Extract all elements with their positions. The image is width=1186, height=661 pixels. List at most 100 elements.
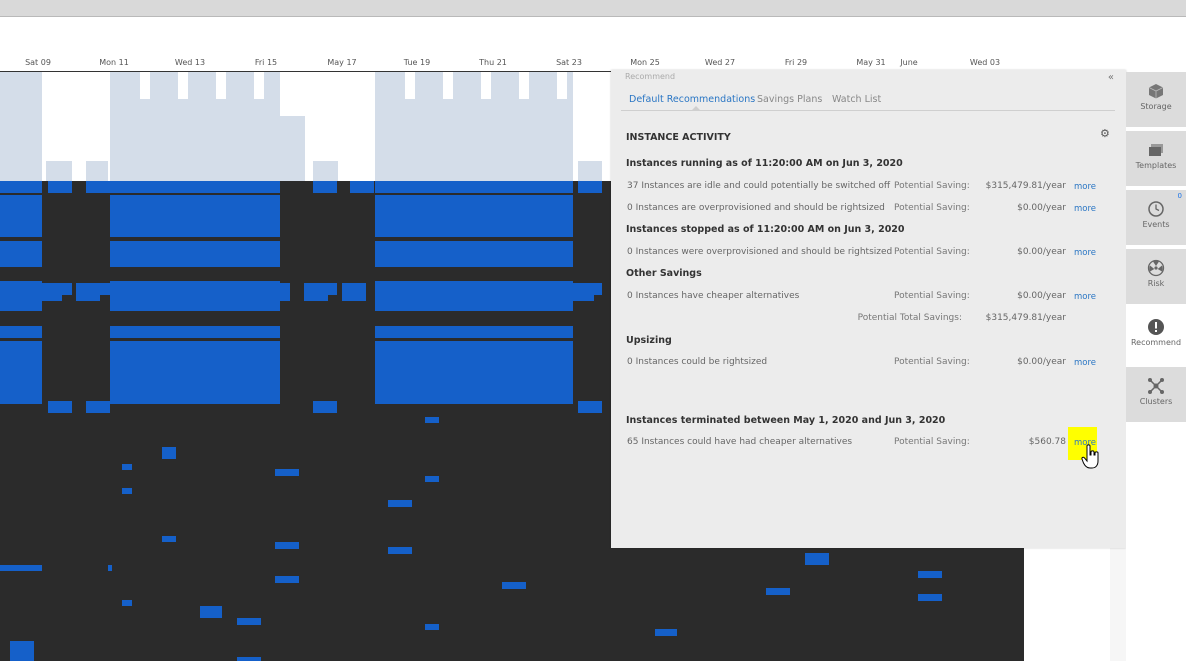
instance-bar [313, 181, 337, 193]
instance-bar [0, 565, 42, 571]
tick-label: Wed 13 [174, 58, 206, 67]
instance-bar [342, 283, 366, 301]
instance-bar [48, 181, 72, 193]
row-saving-label: Potential Saving: [894, 181, 970, 191]
instance-bar [237, 657, 261, 661]
row-saving-label: Potential Saving: [894, 357, 970, 367]
right-sidebar: Storage Templates 0 Events Risk Recommen… [1126, 72, 1186, 661]
instance-bar [304, 283, 328, 301]
instance-bar [502, 582, 526, 589]
usage-area [280, 116, 305, 181]
instance-bar [200, 606, 222, 618]
sidebar-item-templates[interactable]: Templates [1126, 131, 1186, 186]
instance-bar [375, 326, 573, 338]
row-saving-label: Potential Saving: [894, 247, 970, 257]
total-savings-value: $315,479.81/year [985, 313, 1066, 323]
instance-bar [388, 547, 412, 554]
row-saving-value: $0.00/year [1017, 291, 1066, 301]
instance-bar [152, 283, 176, 301]
sidebar-item-storage[interactable]: Storage [1126, 72, 1186, 127]
instance-bar [375, 241, 573, 267]
more-link[interactable]: more [1074, 182, 1096, 192]
usage-area [578, 161, 602, 181]
group-heading-upsizing: Upsizing [626, 335, 672, 346]
row-saving-value: $315,479.81/year [985, 181, 1066, 191]
instance-bar [494, 283, 518, 301]
instance-bar [655, 629, 677, 636]
instance-bar [350, 181, 374, 193]
stack-icon [1149, 144, 1163, 156]
sidebar-item-label: Recommend [1130, 338, 1182, 347]
instance-bar [0, 326, 42, 338]
instance-bar [122, 600, 132, 606]
network-icon [1148, 378, 1164, 394]
gear-icon[interactable]: ⚙ [1100, 127, 1110, 140]
instance-bar [578, 181, 602, 193]
sidebar-item-label: Templates [1135, 161, 1177, 170]
sidebar-item-recommend[interactable]: Recommend [1126, 308, 1186, 363]
area-notch [216, 71, 226, 99]
row-description: 0 Instances have cheaper alternatives [627, 291, 800, 301]
active-tab-caret [692, 106, 700, 110]
instance-bar [76, 283, 100, 301]
instance-bar [48, 401, 72, 413]
row-description: 65 Instances could have had cheaper alte… [627, 437, 853, 447]
tab-watch-list[interactable]: Watch List [832, 94, 881, 105]
instance-bar [162, 447, 176, 459]
instance-bar [375, 195, 573, 237]
sidebar-item-risk[interactable]: Risk [1126, 249, 1186, 304]
instance-bar [425, 417, 439, 423]
instance-bar [918, 571, 942, 578]
row-saving-value: $0.00/year [1017, 203, 1066, 213]
instance-bar [266, 283, 290, 301]
tick-label: Thu 21 [479, 58, 507, 67]
instance-bar [532, 283, 556, 301]
tick-label: Wed 03 [969, 58, 1001, 67]
instance-bar [110, 181, 280, 193]
area-notch [254, 71, 264, 99]
usage-area [313, 161, 338, 181]
cube-icon [1148, 84, 1164, 99]
events-badge: 0 [1177, 192, 1182, 200]
hand-cursor-icon [1081, 444, 1099, 469]
more-link[interactable]: more [1074, 292, 1096, 302]
more-link[interactable]: more [1074, 204, 1096, 214]
tab-default-recommendations[interactable]: Default Recommendations [629, 94, 755, 105]
instance-bar [275, 542, 299, 549]
tick-label: Fri 15 [254, 58, 278, 67]
more-link[interactable]: more [1074, 358, 1096, 368]
row-description: 0 Instances are overprovisioned and shou… [627, 203, 885, 213]
instance-bar [375, 364, 573, 404]
instance-bar [162, 536, 176, 542]
instance-bar [418, 283, 442, 301]
instance-bar [237, 618, 261, 625]
instance-bar [425, 624, 439, 630]
tick-label: Mon 11 [99, 58, 129, 67]
row-description: 37 Instances are idle and could potentia… [627, 181, 891, 191]
clock-icon [1148, 201, 1164, 217]
instance-bar [380, 283, 404, 301]
row-saving-label: Potential Saving: [894, 203, 970, 213]
instance-bar [570, 283, 594, 301]
area-notch [481, 71, 491, 99]
tick-label: May 17 [327, 58, 357, 67]
sidebar-item-clusters[interactable]: Clusters [1126, 367, 1186, 422]
tab-savings-plans[interactable]: Savings Plans [757, 94, 822, 105]
usage-area [86, 161, 108, 181]
area-notch [443, 71, 453, 99]
group-heading-running: Instances running as of 11:20:00 AM on J… [626, 158, 903, 169]
tick-label: Tue 19 [403, 58, 431, 67]
usage-area [0, 71, 42, 181]
tick-label: Fri 29 [784, 58, 808, 67]
row-description: 0 Instances could be rightsized [627, 357, 768, 367]
more-link[interactable]: more [1074, 248, 1096, 258]
instance-bar [0, 241, 42, 267]
instance-bar [766, 588, 790, 595]
tick-label: Wed 27 [704, 58, 736, 67]
instance-bar [0, 195, 42, 237]
area-notch [178, 71, 188, 99]
double-chevron-left-icon[interactable]: « [1108, 72, 1114, 83]
sidebar-item-events[interactable]: 0 Events [1126, 190, 1186, 245]
instance-bar [122, 464, 132, 470]
tick-label: Sat 23 [556, 58, 582, 67]
